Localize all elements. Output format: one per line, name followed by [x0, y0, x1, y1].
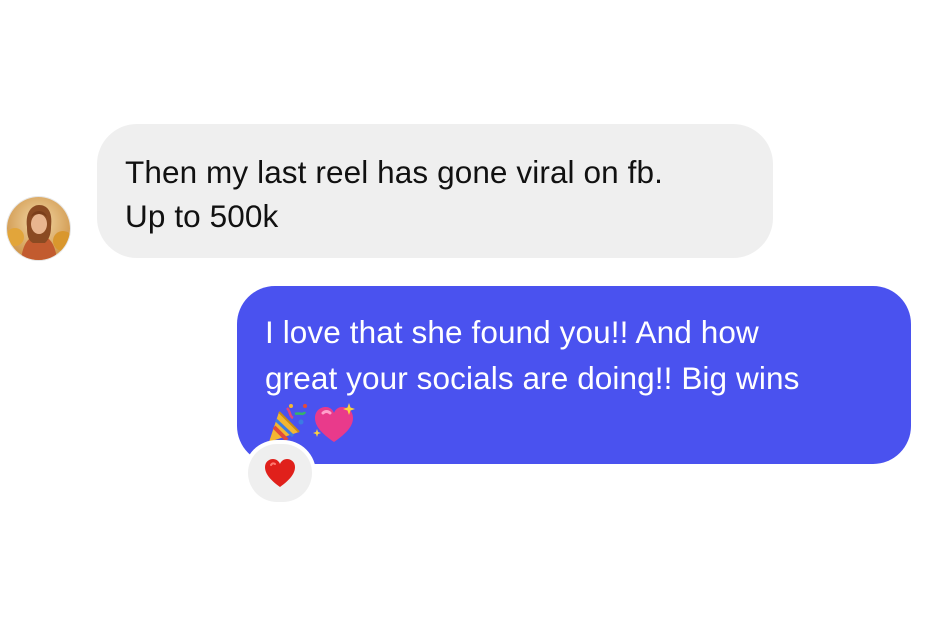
- sender-avatar[interactable]: [7, 197, 70, 260]
- outgoing-message-bubble[interactable]: I love that she found you!! And how grea…: [237, 286, 911, 464]
- message-text-line: Then my last reel has gone viral on fb.: [125, 154, 663, 190]
- party-popper-emoji: [269, 404, 307, 442]
- message-text-line: Up to 500k: [125, 198, 279, 234]
- avatar-photo: [7, 197, 70, 260]
- message-reaction-badge[interactable]: [248, 444, 312, 502]
- red-heart-icon: [265, 459, 295, 487]
- chat-thread: Then my last reel has gone viral on fb. …: [0, 0, 938, 625]
- message-text-line: I love that she found you!! And how: [265, 314, 759, 350]
- message-text-line: great your socials are doing!! Big wins: [265, 360, 800, 396]
- message-emoji-row: [265, 401, 891, 447]
- sparkling-heart-emoji: [313, 403, 355, 442]
- incoming-message-bubble[interactable]: Then my last reel has gone viral on fb. …: [97, 124, 773, 258]
